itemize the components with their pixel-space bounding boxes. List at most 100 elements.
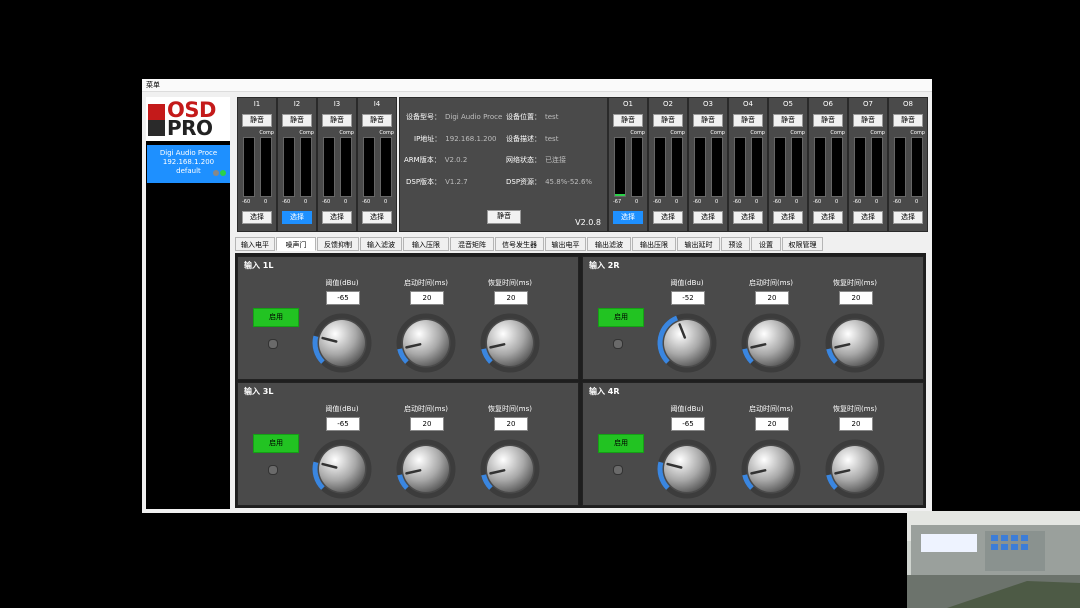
ip-address: IP地址： 192.168.1.200 bbox=[414, 135, 497, 143]
channel-select-button[interactable]: 选择 bbox=[813, 211, 843, 224]
channel-select-button[interactable]: 选择 bbox=[242, 211, 272, 224]
level-meter bbox=[854, 137, 866, 197]
channel-select-button[interactable]: 选择 bbox=[362, 211, 392, 224]
comp-meter bbox=[380, 137, 392, 197]
attack-knob[interactable] bbox=[740, 438, 802, 504]
meter-scale-max: 0 bbox=[875, 199, 879, 205]
inputs-channel-strip: I2 静音 Comp -60 0 选择 bbox=[277, 97, 317, 232]
tab-item[interactable]: 设置 bbox=[751, 237, 781, 251]
channel-mute-button[interactable]: 静音 bbox=[733, 114, 763, 127]
menu-item[interactable]: 菜单 bbox=[142, 81, 160, 89]
attack-knob[interactable] bbox=[395, 438, 457, 504]
gate-channel-title: 输入 4R bbox=[589, 387, 620, 396]
tab-item[interactable]: 输入滤波 bbox=[360, 237, 402, 251]
tab-item[interactable]: 权限管理 bbox=[782, 237, 823, 251]
mute-all-button[interactable]: 静音 bbox=[487, 210, 521, 224]
tab-item[interactable]: 输出滤波 bbox=[587, 237, 631, 251]
device-card[interactable]: Digi Audio Proce 192.168.1.200 default bbox=[147, 145, 230, 183]
comp-label: Comp bbox=[670, 130, 685, 136]
level-meter bbox=[894, 137, 906, 197]
gate-status-led bbox=[268, 465, 278, 475]
level-meter bbox=[814, 137, 826, 197]
threshold-knob[interactable] bbox=[311, 438, 373, 504]
channel-select-button[interactable]: 选择 bbox=[322, 211, 352, 224]
channel-mute-button[interactable]: 静音 bbox=[653, 114, 683, 127]
release-value-field[interactable]: 20 bbox=[494, 417, 528, 431]
threshold-label: 阈值(dBu) bbox=[670, 279, 704, 287]
channel-select-button[interactable]: 选择 bbox=[693, 211, 723, 224]
attack-label: 启动时间(ms) bbox=[749, 405, 793, 413]
meter-scale-max: 0 bbox=[344, 199, 348, 205]
tab-item[interactable]: 噪声门 bbox=[276, 237, 316, 251]
threshold-value-field[interactable]: -65 bbox=[326, 417, 360, 431]
release-knob[interactable] bbox=[479, 312, 541, 378]
gate-status-led bbox=[613, 465, 623, 475]
comp-label: Comp bbox=[910, 130, 925, 136]
channel-select-button[interactable]: 选择 bbox=[282, 211, 312, 224]
tab-item[interactable]: 输入压限 bbox=[403, 237, 449, 251]
meter-scale-min: -60 bbox=[853, 199, 862, 205]
channel-mute-button[interactable]: 静音 bbox=[813, 114, 843, 127]
attack-knob[interactable] bbox=[740, 312, 802, 378]
brand-logo: OSD PRO bbox=[146, 97, 230, 141]
tab-item[interactable]: 反馈抑制 bbox=[317, 237, 359, 251]
gate-enable-button[interactable]: 启用 bbox=[598, 308, 644, 327]
gate-enable-button[interactable]: 启用 bbox=[598, 434, 644, 453]
attack-value-field[interactable]: 20 bbox=[755, 417, 789, 431]
comp-meter bbox=[631, 137, 643, 197]
threshold-value-field[interactable]: -52 bbox=[671, 291, 705, 305]
release-value-field[interactable]: 20 bbox=[839, 291, 873, 305]
channel-select-button[interactable]: 选择 bbox=[613, 211, 643, 224]
channel-mute-button[interactable]: 静音 bbox=[282, 114, 312, 127]
release-value-field[interactable]: 20 bbox=[839, 417, 873, 431]
channel-select-button[interactable]: 选择 bbox=[653, 211, 683, 224]
threshold-knob[interactable] bbox=[656, 438, 718, 504]
channel-mute-button[interactable]: 静音 bbox=[853, 114, 883, 127]
inputs-channel-strip: I3 静音 Comp -60 0 选择 bbox=[317, 97, 357, 232]
meter-scale-max: 0 bbox=[715, 199, 719, 205]
tab-item[interactable]: 预设 bbox=[721, 237, 750, 251]
channel-mute-button[interactable]: 静音 bbox=[773, 114, 803, 127]
attack-value-field[interactable]: 20 bbox=[410, 417, 444, 431]
channel-mute-button[interactable]: 静音 bbox=[362, 114, 392, 127]
tab-item[interactable]: 输出延时 bbox=[677, 237, 720, 251]
tab-item[interactable]: 输出压限 bbox=[632, 237, 676, 251]
comp-label: Comp bbox=[750, 130, 765, 136]
channel-select-button[interactable]: 选择 bbox=[893, 211, 923, 224]
gate-enable-button[interactable]: 启用 bbox=[253, 308, 299, 327]
threshold-value-field[interactable]: -65 bbox=[326, 291, 360, 305]
channel-select-button[interactable]: 选择 bbox=[853, 211, 883, 224]
tab-item[interactable]: 输入电平 bbox=[235, 237, 275, 251]
release-label: 恢复时间(ms) bbox=[488, 405, 532, 413]
threshold-knob[interactable] bbox=[656, 312, 718, 378]
tab-item[interactable]: 混音矩阵 bbox=[450, 237, 494, 251]
attack-label: 启动时间(ms) bbox=[404, 279, 448, 287]
threshold-knob[interactable] bbox=[311, 312, 373, 378]
channel-mute-button[interactable]: 静音 bbox=[693, 114, 723, 127]
meter-scale-max: 0 bbox=[304, 199, 308, 205]
attack-knob[interactable] bbox=[395, 312, 457, 378]
tab-item[interactable]: 信号发生器 bbox=[495, 237, 544, 251]
meter-scale-max: 0 bbox=[835, 199, 839, 205]
attack-value-field[interactable]: 20 bbox=[410, 291, 444, 305]
channel-mute-button[interactable]: 静音 bbox=[893, 114, 923, 127]
dsp-resources: DSP资源： 45.8%-52.6% bbox=[506, 178, 593, 186]
level-meter bbox=[283, 137, 295, 197]
channel-select-button[interactable]: 选择 bbox=[733, 211, 763, 224]
gate-enable-button[interactable]: 启用 bbox=[253, 434, 299, 453]
release-value-field[interactable]: 20 bbox=[494, 291, 528, 305]
threshold-value-field[interactable]: -65 bbox=[671, 417, 705, 431]
channel-mute-button[interactable]: 静音 bbox=[242, 114, 272, 127]
attack-value-field[interactable]: 20 bbox=[755, 291, 789, 305]
release-knob[interactable] bbox=[824, 312, 886, 378]
outputs-channel-strip: O8 静音 Comp -60 0 选择 bbox=[888, 97, 928, 232]
channel-mute-button[interactable]: 静音 bbox=[322, 114, 352, 127]
release-knob[interactable] bbox=[479, 438, 541, 504]
release-knob[interactable] bbox=[824, 438, 886, 504]
release-label: 恢复时间(ms) bbox=[488, 279, 532, 287]
channel-mute-button[interactable]: 静音 bbox=[613, 114, 643, 127]
tab-item[interactable]: 输出电平 bbox=[545, 237, 586, 251]
channel-select-button[interactable]: 选择 bbox=[773, 211, 803, 224]
gate-channel-title: 输入 2R bbox=[589, 261, 620, 270]
comp-label: Comp bbox=[630, 130, 645, 136]
